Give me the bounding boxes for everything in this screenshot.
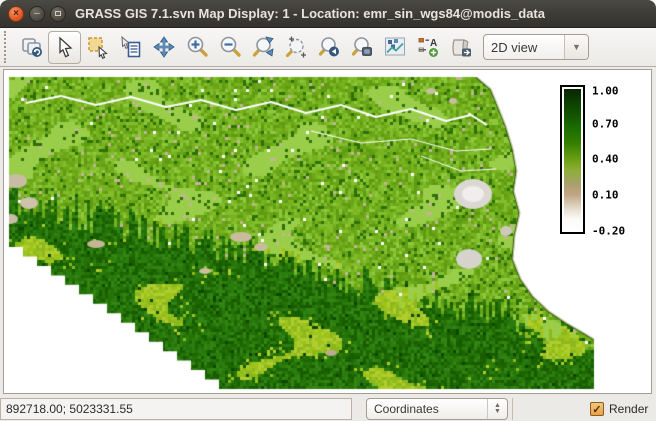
legend-label: 0.10	[592, 189, 619, 202]
zoom-extent-button[interactable]	[246, 31, 279, 64]
chevron-down-icon[interactable]: ▼	[564, 35, 588, 59]
map-toolbar: A 2D view ▼	[0, 28, 656, 67]
zoom-to-map-button[interactable]	[345, 31, 378, 64]
statusbar-spacer-cell	[512, 398, 582, 420]
legend-label: 0.40	[592, 153, 619, 166]
magnifier-back-arrow-icon	[317, 35, 341, 59]
four-arrows-icon	[152, 35, 176, 59]
grass-map-display-window: × – GRASS GIS 7.1.svn Map Display: 1 - L…	[0, 0, 656, 421]
arrow-document-icon	[119, 35, 143, 59]
add-map-elements-button[interactable]: A	[411, 31, 444, 64]
select-region-button[interactable]	[81, 31, 114, 64]
map-display-area[interactable]: 1.00 0.70 0.40 0.10 -0.20	[3, 69, 652, 394]
render-display-button[interactable]	[15, 31, 48, 64]
zoom-back-button[interactable]	[312, 31, 345, 64]
magnifier-plus-icon	[185, 35, 209, 59]
analyze-map-button[interactable]	[378, 31, 411, 64]
query-features-button[interactable]	[114, 31, 147, 64]
render-checkbox-label: Render	[609, 402, 648, 416]
maximize-icon[interactable]	[50, 6, 66, 22]
raster-legend	[560, 85, 585, 234]
dashed-rect-pointer-icon	[86, 35, 110, 59]
pan-button[interactable]	[147, 31, 180, 64]
minimize-icon[interactable]: –	[29, 6, 45, 22]
legend-label: 1.00	[592, 85, 619, 98]
magnifier-minus-icon	[218, 35, 242, 59]
save-display-button[interactable]	[444, 31, 477, 64]
ndvi-raster-map[interactable]	[4, 70, 652, 394]
legend-label: -0.20	[592, 225, 625, 238]
coordinates-display: 892718.00; 5023331.55	[0, 398, 352, 420]
window-title: GRASS GIS 7.1.svn Map Display: 1 - Locat…	[75, 6, 545, 21]
spinner-arrows-icon[interactable]: ▲▼	[487, 399, 507, 419]
zoom-in-button[interactable]	[180, 31, 213, 64]
toolbar-drag-handle[interactable]	[4, 31, 11, 63]
map-panel: 1.00 0.70 0.40 0.10 -0.20	[0, 67, 656, 397]
magnifier-dashed-plus-icon	[284, 35, 308, 59]
status-bar: 892718.00; 5023331.55 Coordinates ▲▼ ✓ R…	[0, 397, 656, 421]
export-page-icon	[449, 35, 473, 59]
magnifier-arrows-icon	[251, 35, 275, 59]
ndvi-color-ramp	[564, 89, 581, 230]
render-toggle[interactable]: ✓ Render	[590, 402, 656, 416]
title-bar[interactable]: × – GRASS GIS 7.1.svn Map Display: 1 - L…	[0, 0, 656, 28]
close-icon[interactable]: ×	[8, 6, 24, 22]
profile-chart-icon	[383, 35, 407, 59]
statusbar-mode-value: Coordinates	[367, 402, 487, 416]
legend-label: 0.70	[592, 118, 619, 131]
zoom-out-button[interactable]	[213, 31, 246, 64]
zoom-region-button[interactable]	[279, 31, 312, 64]
view-mode-select[interactable]: 2D view ▼	[483, 34, 589, 60]
view-mode-value: 2D view	[484, 40, 564, 55]
cursor-arrow-icon	[53, 35, 77, 59]
overlapping-frames-render-icon	[20, 35, 44, 59]
render-checkbox[interactable]: ✓	[590, 402, 604, 416]
statusbar-mode-select[interactable]: Coordinates ▲▼	[366, 398, 508, 420]
magnifier-map-icon	[350, 35, 374, 59]
pointer-button[interactable]	[48, 31, 81, 64]
legend-text-plus-icon: A	[416, 35, 440, 59]
svg-text:A: A	[430, 38, 437, 49]
